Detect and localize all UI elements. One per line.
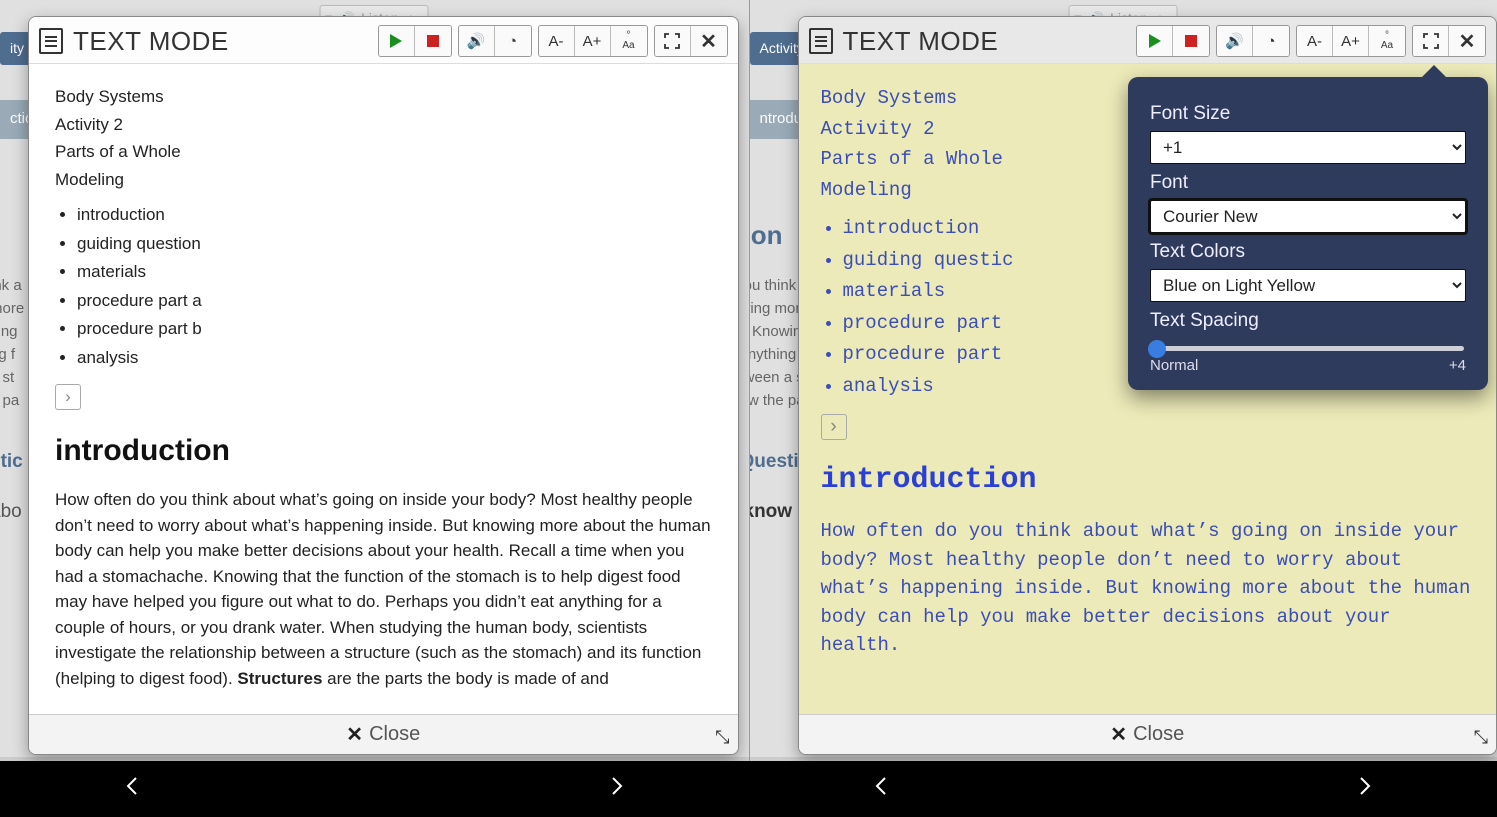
text-mode-dialog: TEXT MODE 🔊 ◔ A- A+ °Aa: [28, 16, 739, 755]
fullscreen-button[interactable]: [655, 26, 691, 56]
toc-item[interactable]: guiding question: [77, 231, 712, 257]
dialog-header: TEXT MODE 🔊 ◔ A- A+ °Aa: [799, 17, 1497, 64]
expand-chevron-button[interactable]: ›: [821, 414, 847, 440]
text-settings-popover: Font Size +1 Font Courier New Text Color…: [1128, 77, 1488, 390]
section-heading: introduction: [55, 428, 712, 473]
bg-side-link: stic: [0, 448, 23, 477]
stop-button[interactable]: [1173, 26, 1209, 56]
volume-button[interactable]: 🔊: [1217, 26, 1253, 56]
volume-button[interactable]: 🔊: [459, 26, 495, 56]
font-select[interactable]: Courier New: [1150, 200, 1466, 233]
close-icon[interactable]: ✕: [1110, 722, 1127, 747]
next-page-button[interactable]: [605, 773, 629, 805]
toc-item[interactable]: introduction: [77, 202, 712, 228]
bottom-nav-bar: [0, 761, 1497, 817]
toc-item[interactable]: procedure part b: [77, 316, 712, 342]
resize-handle-icon[interactable]: ⤡: [1474, 727, 1488, 748]
resize-handle-icon[interactable]: ⤡: [715, 727, 729, 748]
font-increase-button[interactable]: A+: [575, 26, 611, 56]
text-spacing-label: Text Spacing: [1150, 310, 1466, 332]
meta-line: Body Systems: [55, 84, 712, 110]
font-label: Font: [1150, 172, 1466, 194]
font-size-label: Font Size: [1150, 103, 1466, 125]
document-icon: [39, 28, 63, 54]
font-size-select[interactable]: +1: [1150, 131, 1466, 164]
slider-min-label: Normal: [1150, 357, 1198, 374]
dialog-content: Body Systems Activity 2 Parts of a Whole…: [29, 64, 738, 714]
font-decrease-button[interactable]: A-: [1297, 26, 1333, 56]
toc-item[interactable]: procedure part a: [77, 288, 712, 314]
prev-page-button[interactable]: [869, 773, 893, 805]
toc-list: introduction guiding question materials …: [77, 202, 712, 370]
dialog-title: TEXT MODE: [39, 26, 229, 57]
text-settings-button[interactable]: °Aa: [611, 26, 647, 56]
close-button[interactable]: Close: [1133, 723, 1184, 746]
dialog-footer: ✕ Close ⤡: [29, 714, 738, 754]
slider-max-label: +4: [1449, 357, 1466, 374]
x-close-button[interactable]: ✕: [1449, 26, 1485, 56]
font-increase-button[interactable]: A+: [1333, 26, 1369, 56]
document-icon: [809, 28, 833, 54]
body-paragraph: How often do you think about what’s goin…: [55, 487, 712, 691]
toc-item[interactable]: materials: [77, 259, 712, 285]
text-settings-button[interactable]: °Aa: [1369, 26, 1405, 56]
close-button[interactable]: Close: [369, 723, 420, 746]
dialog-footer: ✕ Close ⤡: [799, 714, 1497, 754]
text-mode-dialog: TEXT MODE 🔊 ◔ A- A+ °Aa: [798, 16, 1497, 755]
section-heading: introduction: [821, 458, 1475, 503]
fullscreen-button[interactable]: [1413, 26, 1449, 56]
dialog-title: TEXT MODE: [809, 26, 999, 57]
text-colors-label: Text Colors: [1150, 241, 1466, 263]
body-paragraph: How often do you think about what’s goin…: [821, 517, 1475, 660]
expand-chevron-button[interactable]: ›: [55, 384, 81, 410]
dialog-header: TEXT MODE 🔊 ◔ A- A+ °Aa: [29, 17, 738, 64]
next-page-button[interactable]: [1353, 773, 1377, 805]
font-decrease-button[interactable]: A-: [539, 26, 575, 56]
play-button[interactable]: [379, 26, 415, 56]
prev-page-button[interactable]: [120, 773, 144, 805]
dialog-toolbar: 🔊 ◔ A- A+ °Aa ✕: [1136, 25, 1486, 57]
speed-button[interactable]: ◔: [1253, 26, 1289, 56]
text-spacing-slider[interactable]: [1152, 346, 1464, 351]
text-colors-select[interactable]: Blue on Light Yellow: [1150, 269, 1466, 302]
stop-button[interactable]: [415, 26, 451, 56]
x-close-button[interactable]: ✕: [691, 26, 727, 56]
toc-item[interactable]: analysis: [77, 345, 712, 371]
speed-button[interactable]: ◔: [495, 26, 531, 56]
slider-thumb[interactable]: [1148, 340, 1166, 358]
play-button[interactable]: [1137, 26, 1173, 56]
dialog-toolbar: 🔊 ◔ A- A+ °Aa ✕: [378, 25, 728, 57]
close-icon[interactable]: ✕: [346, 722, 363, 747]
